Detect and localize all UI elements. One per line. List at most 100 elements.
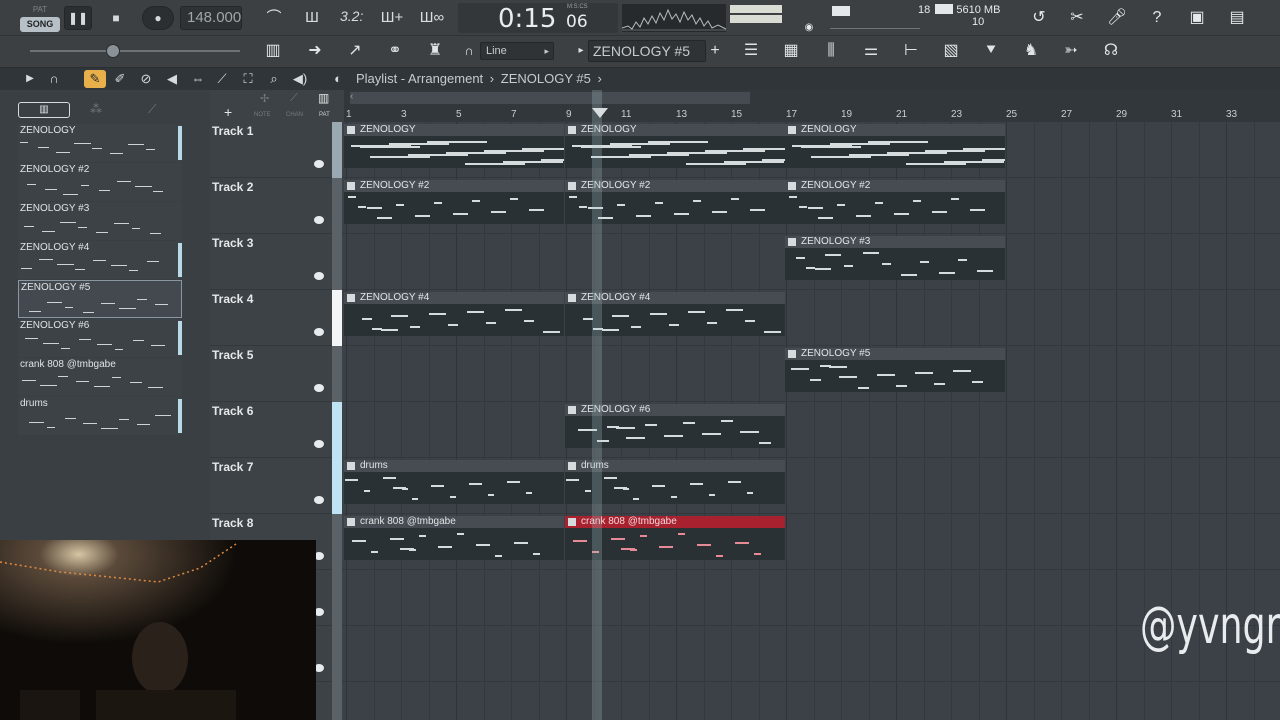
plugin-icon[interactable]: ⯆ <box>976 41 1006 61</box>
plugin-picker-icon[interactable]: ▧ <box>936 41 966 61</box>
playlist-clip[interactable]: ZENOLOGY #3 <box>785 236 1005 280</box>
touch-controller-icon[interactable]: ♞ <box>1016 41 1046 61</box>
playlist-icon[interactable]: ☰ <box>736 41 766 61</box>
track-mute-indicator[interactable] <box>314 440 324 448</box>
track-header[interactable]: Track 3 <box>210 234 344 290</box>
track-mute-indicator[interactable] <box>314 216 324 224</box>
clip-note <box>383 477 396 479</box>
snap-selector[interactable]: Line ▸ <box>480 42 554 60</box>
clip-note <box>664 435 683 437</box>
track-header[interactable]: Track 1 <box>210 122 344 178</box>
mixer-icon[interactable]: ⚌ <box>856 41 886 61</box>
piano-keyboard-icon[interactable]: ▥ <box>258 41 288 61</box>
wait-icon[interactable]: Ш <box>298 8 326 28</box>
save-icon[interactable]: ▣ <box>1186 8 1208 28</box>
export-icon[interactable]: ▤ <box>1226 8 1248 28</box>
pattern-item[interactable]: ZENOLOGY #5 <box>18 280 182 318</box>
piano-roll-icon[interactable]: ▦ <box>776 41 806 61</box>
clip-note <box>958 259 967 261</box>
playlist-clip[interactable]: ZENOLOGY <box>344 124 564 168</box>
blend-notes-icon[interactable]: Ш+ <box>378 8 406 28</box>
channel-icon[interactable]: ⟋ <box>290 92 298 105</box>
add-pattern-button[interactable]: + <box>700 41 730 61</box>
patterns-tab-icon[interactable]: ▥ <box>18 102 70 118</box>
microphone-icon[interactable]: 🎤︎ <box>1106 8 1128 28</box>
chat-icon[interactable]: ☊ <box>1096 41 1126 61</box>
song-time-display[interactable]: 0:15 M:S:CS 06 <box>458 3 618 34</box>
playlist-clip[interactable]: ZENOLOGY <box>785 124 1005 168</box>
draw-tool-icon[interactable]: ✎ <box>84 70 106 88</box>
paint-tool-icon[interactable]: ✐ <box>110 70 130 88</box>
mode-pat[interactable]: PAT <box>20 4 60 16</box>
pattern-item[interactable]: ZENOLOGY #4 <box>18 241 182 279</box>
audio-tab-icon[interactable]: ⁂ <box>90 102 102 116</box>
delete-tool-icon[interactable]: ⊘ <box>136 70 156 88</box>
automation-tab-icon[interactable]: ⟋ <box>148 102 156 117</box>
slice-tool-icon[interactable]: ⟋ <box>212 70 232 88</box>
zoom-tool-icon[interactable]: ⌕ <box>264 70 284 88</box>
track-mute-indicator[interactable] <box>314 272 324 280</box>
track-mute-indicator[interactable] <box>314 328 324 336</box>
pattern-selector[interactable]: ZENOLOGY #5 <box>588 40 706 62</box>
pattern-item[interactable]: ZENOLOGY #6 <box>18 319 182 357</box>
playlist-clip[interactable]: ZENOLOGY #4 <box>344 292 564 336</box>
pattern-item[interactable]: crank 808 @tmbgabe <box>18 358 182 396</box>
cut-icon[interactable]: ✂ <box>1066 8 1088 28</box>
picker-tabs: ▥ ⁂ ⟋ <box>18 102 178 118</box>
pattern-item[interactable]: drums <box>18 397 182 435</box>
playlist-clip[interactable]: ZENOLOGY #5 <box>785 348 1005 392</box>
clip-note <box>934 383 945 385</box>
help-icon[interactable]: ? <box>1146 8 1168 28</box>
pattern-item[interactable]: ZENOLOGY <box>18 124 182 162</box>
record-button[interactable]: ● <box>142 6 174 30</box>
time-signature[interactable]: 3.2: <box>340 8 363 24</box>
track-header[interactable]: Track 2 <box>210 178 344 234</box>
metronome-icon[interactable]: ⌒ <box>260 8 288 28</box>
horizontal-scrollbar[interactable] <box>350 92 750 104</box>
pattern-item[interactable]: ZENOLOGY #3 <box>18 202 182 240</box>
track-mute-indicator[interactable] <box>314 496 324 504</box>
mute-tool-icon[interactable]: ◀ <box>162 70 182 88</box>
playlist-clip[interactable]: crank 808 @tmbgabe <box>344 516 564 560</box>
link-icon[interactable]: ⚭ <box>380 41 410 61</box>
pause-button[interactable]: ❚❚ <box>64 6 92 30</box>
playhead[interactable] <box>592 90 602 720</box>
pattern-icon[interactable]: ▥ <box>318 91 329 105</box>
pattern-song-toggle[interactable]: PAT SONG <box>20 4 60 32</box>
master-volume-knob[interactable] <box>106 44 120 58</box>
playlist-clip[interactable]: drums <box>344 460 564 504</box>
playhead-marker-icon[interactable] <box>592 108 608 118</box>
track-header[interactable]: Track 5 <box>210 346 344 402</box>
speaker-icon[interactable]: ◀) <box>290 70 310 88</box>
brush-icon[interactable]: ↗ <box>340 41 370 61</box>
playlist-clip[interactable]: ZENOLOGY #2 <box>344 180 564 224</box>
track-label: Track 8 <box>212 516 254 530</box>
scroll-left-icon[interactable]: ‹ <box>350 91 353 102</box>
play-icon[interactable]: ▶ <box>20 70 40 88</box>
stop-button[interactable]: ■ <box>102 6 130 30</box>
undo-icon[interactable]: ↺ <box>1028 8 1050 28</box>
mode-song[interactable]: SONG <box>20 17 60 32</box>
loop-record-icon[interactable]: Ш∞ <box>418 8 446 28</box>
add-track-button[interactable]: + <box>224 104 232 120</box>
stamp-icon[interactable]: ♜ <box>420 41 450 61</box>
select-tool-icon[interactable]: ⛶ <box>238 70 258 88</box>
pattern-item[interactable]: ZENOLOGY #2 <box>18 163 182 201</box>
note-icon[interactable]: ✢ <box>260 92 269 105</box>
browser-icon[interactable]: ⊢ <box>896 41 926 61</box>
clip-note <box>402 488 408 490</box>
tempo-display[interactable]: 148.000 <box>180 6 242 30</box>
track-header[interactable]: Track 7 <box>210 458 344 514</box>
channel-rack-icon[interactable]: ⫼ <box>816 41 846 61</box>
fish-icon[interactable]: ➳ <box>1056 41 1086 61</box>
track-header[interactable]: Track 6 <box>210 402 344 458</box>
slip-tool-icon[interactable]: ⇔ <box>188 70 208 88</box>
track-mute-indicator[interactable] <box>314 384 324 392</box>
magnet-tool-icon[interactable]: ∩ <box>44 70 64 88</box>
timeline-ruler[interactable]: ‹ 1 3 5 7 9 11 13 15 17 19 21 23 25 27 29 31 33 <box>344 90 1280 122</box>
arrow-right-icon[interactable]: ➜ <box>300 41 330 61</box>
track-header[interactable]: Track 4 <box>210 290 344 346</box>
master-volume-track[interactable] <box>30 50 240 52</box>
playlist-clip[interactable]: ZENOLOGY #2 <box>785 180 1005 224</box>
track-mute-indicator[interactable] <box>314 160 324 168</box>
